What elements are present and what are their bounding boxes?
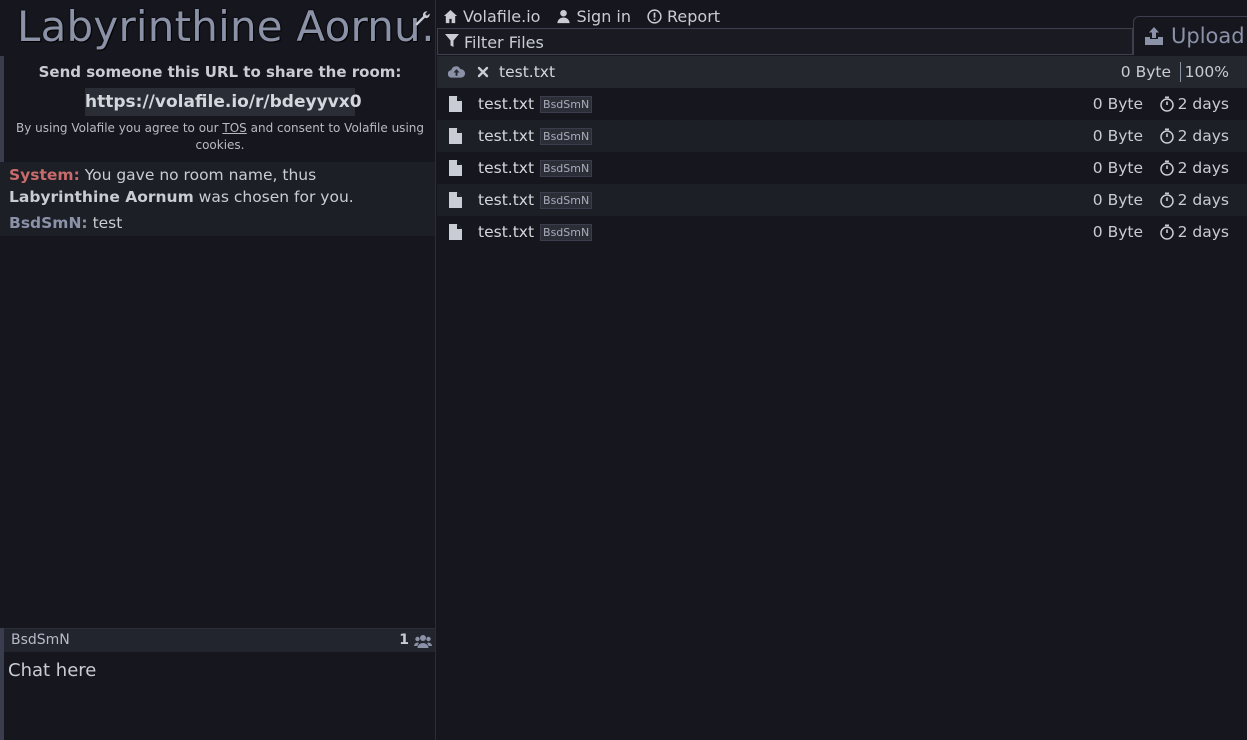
users-icon[interactable] [414,633,432,649]
filter-bar [437,28,1133,55]
share-heading: Send someone this URL to share the room: [38,63,402,81]
user-bar: BsdSmN 1 [4,628,435,652]
file-expiry: 2 days [1177,95,1229,113]
nav-signin-label: Sign in [576,6,632,26]
message-text: test [92,214,123,232]
user-nick[interactable]: BsdSmN: [9,214,88,232]
file-tag: BsdSmN [540,224,593,241]
file-row[interactable]: test.txt BsdSmN 0 Byte 2 days [437,152,1247,184]
file-size: 0 Byte [1092,191,1143,209]
message-text-before: You gave no room name, thus [84,166,317,184]
file-size: 0 Byte [1092,95,1143,113]
upload-file-size: 0 Byte [1120,63,1171,81]
timer-icon [1160,192,1174,208]
file-expiry: 2 days [1177,223,1229,241]
current-username[interactable]: BsdSmN [11,632,70,648]
file-row[interactable]: test.txt BsdSmN 0 Byte 2 days [437,120,1247,152]
upload-icon [1145,27,1163,45]
file-icon [449,96,462,112]
upload-button[interactable]: Upload [1133,16,1247,55]
upload-progress: 100% [1184,63,1229,81]
upload-label: Upload [1171,24,1245,48]
file-name[interactable]: test.txt BsdSmN [478,216,593,248]
nav-home-link[interactable]: Volafile.io [443,6,540,26]
timer-icon [1160,160,1174,176]
file-size: 0 Byte [1092,159,1143,177]
chat-input-area: BsdSmN 1 [0,628,435,740]
file-icon [449,128,462,144]
timer-icon [1160,224,1174,240]
file-expiry: 2 days [1177,159,1229,177]
file-name[interactable]: test.txt BsdSmN [478,184,593,216]
file-row[interactable]: test.txt BsdSmN 0 Byte 2 days [437,216,1247,248]
file-name-text: test.txt [478,95,535,113]
close-icon[interactable] [477,66,489,78]
share-url[interactable]: https://volafile.io/r/bdeyyvx0 [85,88,362,116]
nav-signin-link[interactable]: Sign in [556,6,631,26]
chat-message: BsdSmN: test [9,212,122,234]
app-root: Labyrinthine Aornu… Send someone this UR… [0,0,1247,740]
file-tag: BsdSmN [540,96,593,113]
file-tag: BsdSmN [540,192,593,209]
timer-icon [1160,128,1174,144]
file-expiry: 2 days [1177,191,1229,209]
user-icon [557,9,571,23]
room-title-bar: Labyrinthine Aornu… [0,0,463,56]
upload-row: test.txt 0 Byte 100% [437,56,1247,88]
system-nick: System: [9,166,80,184]
timer-icon [1160,96,1174,112]
file-name[interactable]: test.txt BsdSmN [478,120,593,152]
file-size: 0 Byte [1092,127,1143,145]
message-text-after: was chosen for you. [193,188,354,206]
chat-column: Labyrinthine Aornu… Send someone this UR… [0,0,463,740]
file-name[interactable]: test.txt BsdSmN [478,88,593,120]
file-row[interactable]: test.txt BsdSmN 0 Byte 2 days [437,184,1247,216]
file-icon [449,160,462,176]
chat-input[interactable] [8,656,428,684]
room-title[interactable]: Labyrinthine Aornu… [17,2,463,51]
file-name-text: test.txt [478,191,535,209]
file-tag: BsdSmN [540,160,593,177]
top-nav: Volafile.io Sign in Report [443,6,720,26]
nav-report-link[interactable]: Report [647,6,720,26]
message-highlight: Labyrinthine Aornum [9,188,194,206]
file-size: 0 Byte [1092,223,1143,241]
file-name-text: test.txt [478,223,535,241]
file-name-text: test.txt [478,159,535,177]
progress-divider [1180,62,1181,82]
nav-report-label: Report [667,6,721,26]
file-icon [449,192,462,208]
home-icon [443,9,458,23]
tos-prefix: By using Volafile you agree to our [15,121,223,135]
file-list: test.txt 0 Byte 100% test.txt BsdSmN 0 By… [437,56,1247,740]
file-row[interactable]: test.txt BsdSmN 0 Byte 2 days [437,88,1247,120]
filter-icon [445,34,459,47]
user-count: 1 [399,632,409,648]
file-tag: BsdSmN [540,128,593,145]
nav-home-label: Volafile.io [463,6,541,26]
wrench-icon[interactable] [414,10,430,26]
filter-input[interactable] [464,30,1114,54]
file-icon [449,224,462,240]
tos-notice: By using Volafile you agree to our TOS a… [14,120,426,154]
upload-file-name[interactable]: test.txt [499,56,555,88]
tos-link[interactable]: TOS [222,121,246,135]
cloud-upload-icon [448,66,465,78]
chat-log: System: You gave no room name, thus Laby… [0,162,435,236]
chat-message: System: You gave no room name, thus Laby… [9,164,419,208]
share-panel: Send someone this URL to share the room:… [0,56,436,162]
file-name-text: test.txt [478,127,535,145]
report-icon [647,8,662,24]
file-expiry: 2 days [1177,127,1229,145]
file-name[interactable]: test.txt BsdSmN [478,152,593,184]
